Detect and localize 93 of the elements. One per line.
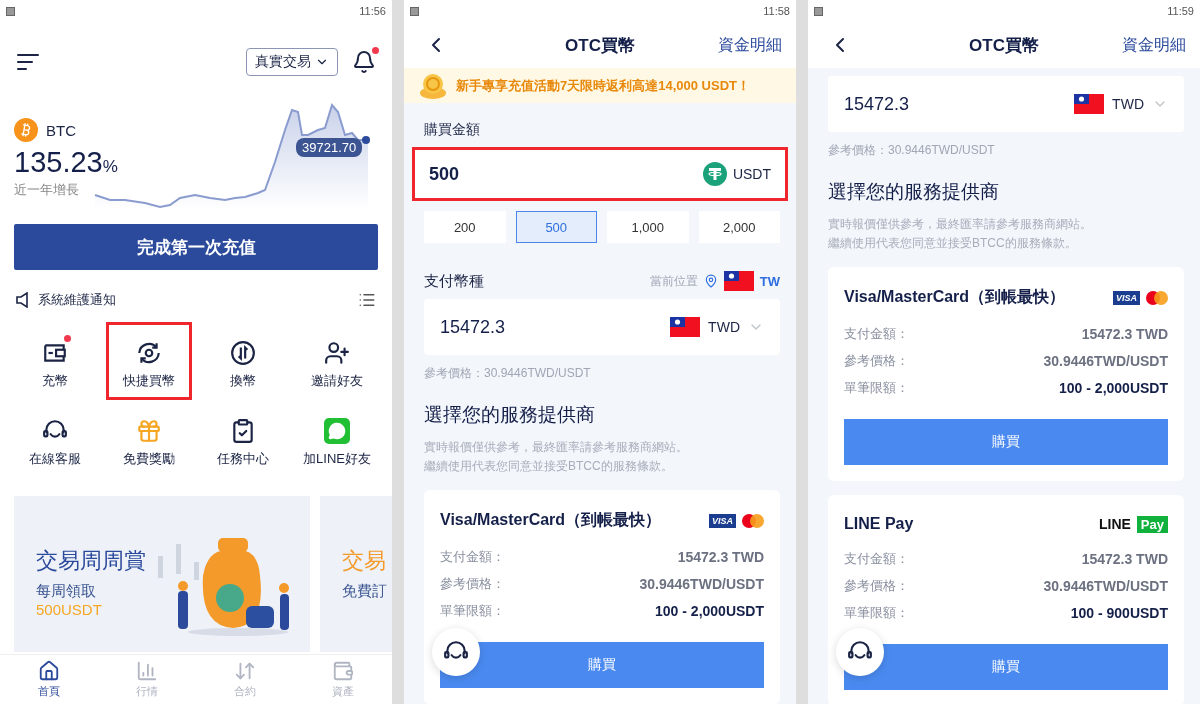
- banner-title: 交易周周賞: [36, 547, 147, 575]
- preset-amount[interactable]: 500: [515, 211, 597, 243]
- currency-code: USDT: [732, 166, 771, 182]
- price-tooltip: 39721.70: [296, 138, 363, 157]
- flag-icon: [670, 317, 701, 337]
- flag-icon: [1074, 94, 1105, 114]
- detail-value: 30.9446TWD/USDT: [1043, 577, 1168, 594]
- detail-label: 單筆限額：: [844, 603, 909, 622]
- detail-value: 15472.3 TWD: [1081, 550, 1168, 567]
- visa-logo: VISA: [709, 513, 736, 528]
- deposit-button[interactable]: 完成第一次充值: [14, 224, 378, 270]
- status-time: 11:56: [359, 5, 386, 17]
- detail-label: 參考價格：: [844, 576, 909, 595]
- provider-name: Visa/MasterCard（到帳最快）: [440, 510, 662, 530]
- banner-amount: 500USDT: [36, 601, 103, 618]
- provider-name: LINE Pay: [844, 515, 914, 533]
- section-title: 選擇您的服務提供商: [424, 403, 596, 427]
- detail-label: 參考價格：: [440, 574, 505, 593]
- reference-price: 參考價格：30.9446TWD/USDT: [424, 365, 592, 382]
- detail-value: 30.9446TWD/USDT: [1043, 352, 1168, 369]
- status-time: 11:59: [1167, 5, 1194, 17]
- detail-value: 100 - 900USDT: [1070, 604, 1168, 621]
- preset-amount[interactable]: 1,000: [607, 211, 689, 243]
- notification-icon: [814, 6, 823, 16]
- status-time: 11:58: [763, 5, 790, 17]
- swap-icon: [230, 340, 256, 366]
- detail-label: 支付金額：: [844, 324, 909, 343]
- mastercard-icon: [742, 513, 764, 528]
- banner-subtitle: 免費訂: [342, 582, 388, 601]
- amount-field[interactable]: 500 USDT: [412, 147, 788, 201]
- list-icon[interactable]: [358, 291, 376, 309]
- preset-amount[interactable]: 2,000: [698, 211, 780, 243]
- menu-icon[interactable]: [16, 52, 40, 72]
- swap-icon: [234, 660, 256, 682]
- page-title: OTC買幣: [969, 34, 1039, 57]
- home-icon: [38, 660, 60, 682]
- tether-icon: [702, 162, 727, 186]
- detail-label: 參考價格：: [844, 351, 909, 370]
- add-user-icon: [324, 340, 350, 366]
- notice-text[interactable]: 系統維護通知: [38, 291, 348, 309]
- detail-label: 支付金額：: [440, 547, 505, 566]
- notification-icon: [410, 6, 419, 16]
- payment-field[interactable]: 15472.3 TWD: [828, 76, 1184, 132]
- mastercard-icon: [1146, 290, 1168, 305]
- detail-label: 單筆限額：: [440, 601, 505, 620]
- detail-value: 100 - 2,000USDT: [655, 602, 764, 619]
- amount-label: 購買金額: [424, 121, 481, 139]
- page-title: OTC買幣: [565, 34, 635, 57]
- banner-title: 交易: [342, 547, 387, 575]
- section-title: 選擇您的服務提供商: [828, 180, 1000, 204]
- wallet-icon: [332, 660, 354, 682]
- disclaimer-text: 實時報價僅供參考，最終匯率請參考服務商網站。 繼續使用代表您同意並接受BTCC的服務條款。: [424, 439, 689, 475]
- bar-chart-icon: [136, 660, 158, 682]
- banner-subtitle: 每周領取: [36, 582, 97, 601]
- detail-label: 單筆限額：: [844, 378, 909, 397]
- checklist-icon: [230, 418, 256, 444]
- bitcoin-icon: [14, 118, 38, 142]
- chat-bubble-icon: [324, 418, 350, 444]
- reference-price: 參考價格：30.9446TWD/USDT: [828, 142, 996, 159]
- line-logo-text: LINE: [1098, 516, 1131, 532]
- preset-amount[interactable]: 200: [424, 211, 506, 243]
- nav-tab[interactable]: 首頁: [0, 655, 98, 704]
- notification-icon: [6, 6, 15, 16]
- speaker-icon: [16, 292, 28, 308]
- visa-logo: VISA: [1113, 290, 1140, 305]
- provider-name: Visa/MasterCard（到帳最快）: [844, 287, 1066, 307]
- detail-value: 30.9446TWD/USDT: [639, 575, 764, 592]
- promo-banner[interactable]: 交易 免費訂: [320, 496, 392, 652]
- growth-percent: 135.23%: [14, 146, 118, 179]
- detail-value: 15472.3 TWD: [1081, 325, 1168, 342]
- growth-caption: 近一年增長: [14, 181, 80, 199]
- currency-code: TWD: [708, 319, 740, 335]
- detail-value: 15472.3 TWD: [677, 548, 764, 565]
- flag-icon: [723, 271, 754, 291]
- gift-icon: [136, 418, 162, 444]
- payment-currency-label: 支付幣種: [424, 271, 485, 291]
- detail-value: 100 - 2,000USDT: [1059, 379, 1168, 396]
- shortcut-item[interactable]: 快捷買幣: [106, 322, 192, 400]
- currency-code: TWD: [1112, 96, 1144, 112]
- pay-badge: Pay: [1136, 515, 1168, 533]
- disclaimer-text: 實時報價僅供參考，最終匯率請參考服務商網站。 繼續使用代表您同意並接受BTCC的服務條款。: [828, 216, 1093, 252]
- detail-label: 支付金額：: [844, 549, 909, 568]
- funds-detail-link[interactable]: 資金明細: [718, 34, 782, 56]
- mode-dropdown[interactable]: 真實交易: [246, 48, 338, 76]
- eye-cycle-icon: [136, 340, 162, 366]
- payment-field[interactable]: 15472.3 TWD: [424, 299, 780, 355]
- promo-banner[interactable]: 交易周周賞 每周領取 500USDT: [14, 496, 310, 652]
- location-code[interactable]: TW: [759, 273, 780, 289]
- bell-icon[interactable]: [352, 50, 376, 74]
- funds-detail-link[interactable]: 資金明細: [1122, 34, 1186, 56]
- coin-symbol: BTC: [46, 121, 76, 139]
- location-label: 當前位置: [649, 272, 698, 290]
- location-pin-icon: [703, 274, 718, 288]
